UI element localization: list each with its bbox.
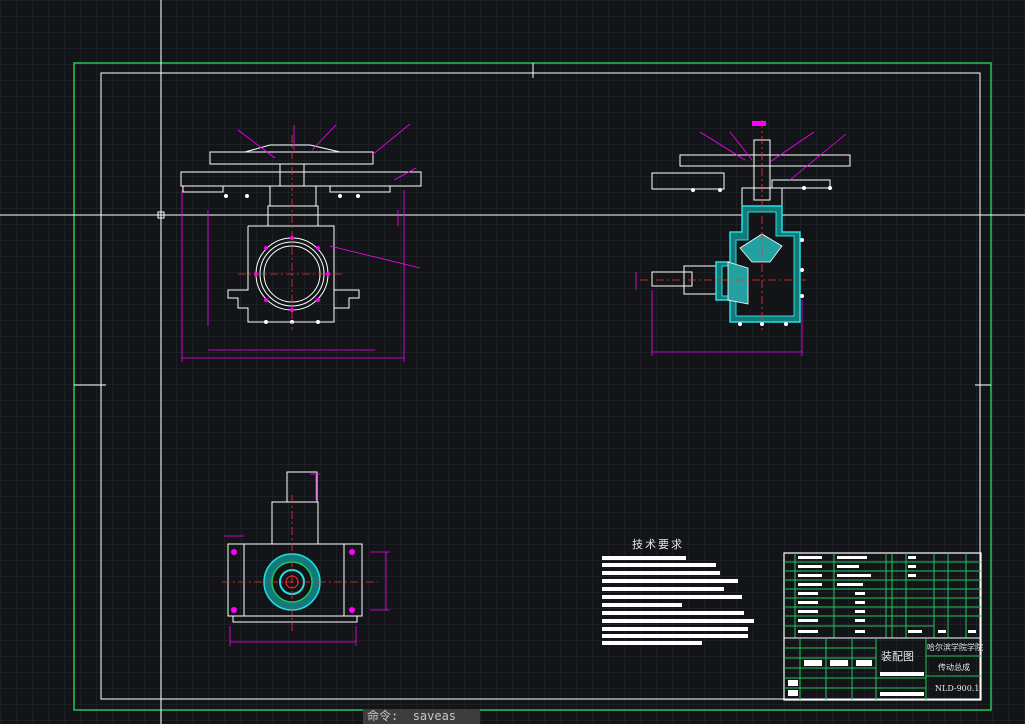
title-drawing-number: NLD-900.1 <box>935 684 980 693</box>
command-prompt: 命令: <box>367 709 399 723</box>
title-part-name: 传动总成 <box>938 663 970 672</box>
command-value[interactable]: saveas <box>413 709 456 723</box>
grid-background <box>0 0 1025 724</box>
tech-requirements-title: 技术要求 <box>632 538 684 551</box>
cad-drawing-canvas[interactable] <box>0 0 1025 724</box>
title-drawing-name: 装配图 <box>881 650 914 663</box>
title-institution: 哈尔滨学院学院 <box>927 643 983 652</box>
cad-viewport[interactable]: 技术要求 装配图 哈尔滨学院学院 传动总成 NLD-900.1 命令: save… <box>0 0 1025 724</box>
command-line[interactable]: 命令: saveas <box>363 709 480 724</box>
